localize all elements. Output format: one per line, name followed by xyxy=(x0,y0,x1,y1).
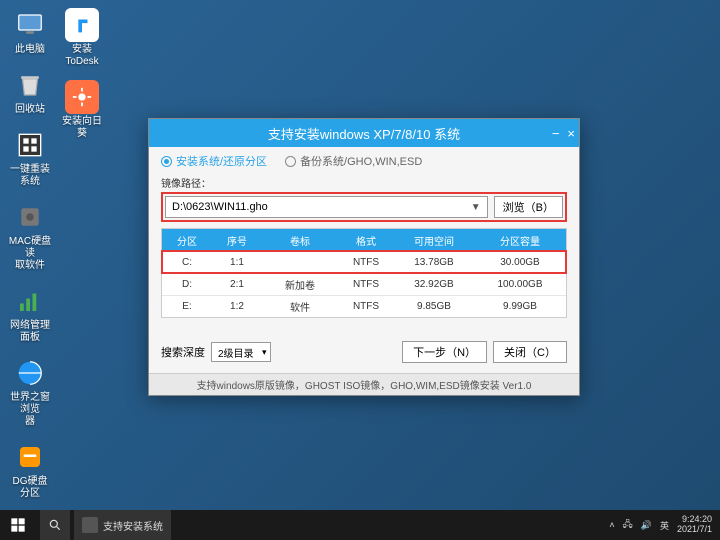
window-footer: 支持windows原版镜像，GHOST ISO镜像，GHO,WIM,ESD镜像安… xyxy=(149,373,579,395)
todesk-icon xyxy=(65,8,99,42)
sunflower-icon xyxy=(65,80,99,114)
table-header: 分区 序号 卷标 格式 可用空间 分区容量 xyxy=(162,229,566,251)
mode-row: 安装系统/还原分区 备份系统/GHO,WIN,ESD xyxy=(149,147,579,173)
mode-backup[interactable]: 备份系统/GHO,WIN,ESD xyxy=(285,153,422,169)
network-icon xyxy=(13,284,47,318)
table-row[interactable]: E:1:2软件NTFS9.85GB9.99GB xyxy=(162,295,566,317)
desktop-icon-network-panel[interactable]: 网络管理面板 xyxy=(8,284,52,344)
windows-icon xyxy=(10,517,26,533)
tray-chevron-icon[interactable]: ˄ xyxy=(609,520,614,530)
tray-ime-icon[interactable]: 英 xyxy=(660,519,669,532)
desktop-icon-mac-disk[interactable]: MAC硬盘读 取软件 xyxy=(8,200,52,272)
system-tray: ˄ 🖧 🔊 英 9:24:20 2021/7/1 xyxy=(609,515,720,535)
browse-button[interactable]: 浏览（B） xyxy=(494,196,563,218)
tray-volume-icon[interactable]: 🔊 xyxy=(641,520,652,531)
mode-install[interactable]: 安装系统/还原分区 xyxy=(161,153,267,169)
search-icon xyxy=(48,518,62,532)
desktop-icon-theworld[interactable]: 世界之窗浏览 器 xyxy=(8,356,52,428)
desktop-icon-this-pc[interactable]: 此电脑 xyxy=(8,8,52,56)
image-path-input[interactable]: D:\0623\WIN11.gho ▼ xyxy=(165,196,488,218)
monitor-icon xyxy=(13,8,47,42)
search-depth-select[interactable]: 2级目录 xyxy=(211,342,271,362)
minimize-button[interactable]: − xyxy=(552,126,560,141)
taskbar: 支持安装系统 ˄ 🖧 🔊 英 9:24:20 2021/7/1 xyxy=(0,510,720,540)
taskbar-item-installer[interactable]: 支持安装系统 xyxy=(74,510,171,540)
close-window-button[interactable]: 关闭（C） xyxy=(493,341,567,363)
table-row[interactable]: D:2:1新加卷NTFS32.92GB100.00GB xyxy=(162,273,566,295)
desktop-icon-todesk[interactable]: 安装ToDesk xyxy=(60,8,104,68)
desktop-icon-recycle-bin[interactable]: 回收站 xyxy=(8,68,52,116)
desktop-icon-reinstall[interactable]: 一键重装系统 xyxy=(8,128,52,188)
window-title: 支持安装windows XP/7/8/10 系统 xyxy=(268,124,460,143)
search-depth-label: 搜索深度 xyxy=(161,344,205,360)
dropdown-icon[interactable]: ▼ xyxy=(471,202,481,213)
next-button[interactable]: 下一步（N） xyxy=(402,341,487,363)
partition-table: 分区 序号 卷标 格式 可用空间 分区容量 C:1:1NTFS13.78GB30… xyxy=(161,228,567,318)
install-window: 支持安装windows XP/7/8/10 系统 − × 安装系统/还原分区 备… xyxy=(148,118,580,396)
drive-icon xyxy=(13,200,47,234)
taskbar-item-search[interactable] xyxy=(40,510,70,540)
trash-icon xyxy=(13,68,47,102)
install-icon xyxy=(13,128,47,162)
path-highlight: D:\0623\WIN11.gho ▼ 浏览（B） xyxy=(161,192,567,222)
desktop-icon-sunflower[interactable]: 安装向日葵 xyxy=(60,80,104,140)
radio-on-icon xyxy=(161,156,172,167)
table-row[interactable]: C:1:1NTFS13.78GB30.00GB xyxy=(162,251,566,273)
globe-icon xyxy=(13,356,47,390)
clock[interactable]: 9:24:20 2021/7/1 xyxy=(677,515,712,535)
tray-network-icon[interactable]: 🖧 xyxy=(623,517,633,533)
app-icon xyxy=(82,517,98,533)
close-button[interactable]: × xyxy=(567,126,575,141)
start-button[interactable] xyxy=(0,510,36,540)
radio-off-icon xyxy=(285,156,296,167)
desktop-icon-dg-partition[interactable]: DG硬盘分区 xyxy=(8,440,52,500)
partition-icon xyxy=(13,440,47,474)
path-label: 镜像路径： xyxy=(161,175,567,190)
titlebar[interactable]: 支持安装windows XP/7/8/10 系统 − × xyxy=(149,119,579,147)
